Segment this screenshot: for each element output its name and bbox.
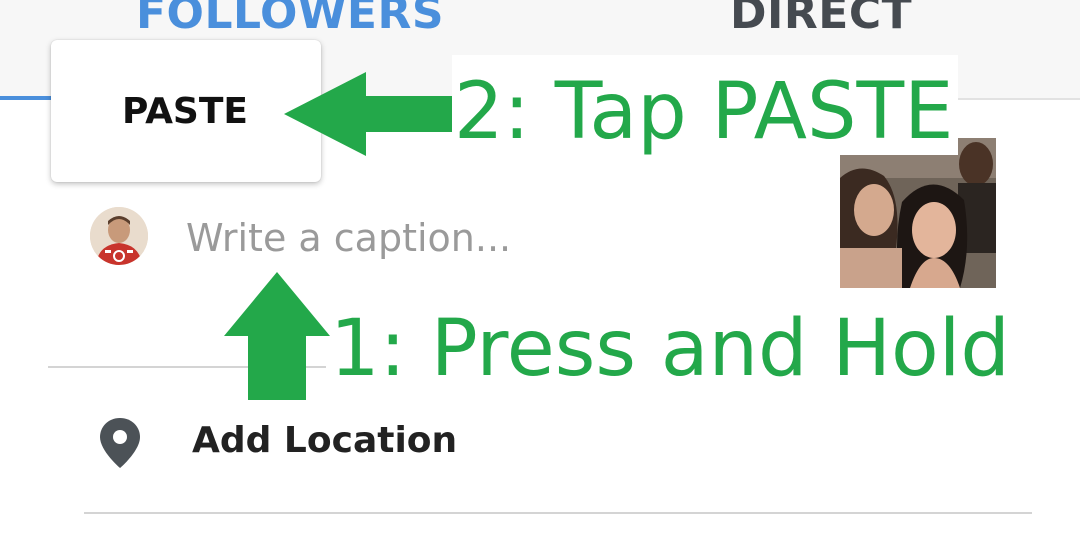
arrow-left-icon — [284, 72, 454, 156]
paste-popup: PASTE — [51, 40, 321, 182]
tab-followers[interactable]: FOLLOWERS — [136, 0, 444, 39]
post-thumbnail — [840, 138, 996, 288]
paste-button[interactable]: PASTE — [122, 91, 250, 132]
divider — [84, 512, 1032, 514]
annotation-step-1: 1: Press and Hold — [330, 304, 1010, 394]
location-pin-icon — [100, 418, 140, 468]
tab-direct[interactable]: DIRECT — [730, 0, 912, 39]
annotation-step-2: 2: Tap PASTE — [452, 55, 958, 155]
avatar — [90, 207, 148, 265]
caption-input[interactable] — [186, 210, 806, 266]
arrow-up-icon — [224, 272, 330, 400]
add-location-button[interactable]: Add Location — [192, 420, 457, 461]
screen: FOLLOWERS DIRECT Write a caption... Add … — [0, 0, 1080, 537]
